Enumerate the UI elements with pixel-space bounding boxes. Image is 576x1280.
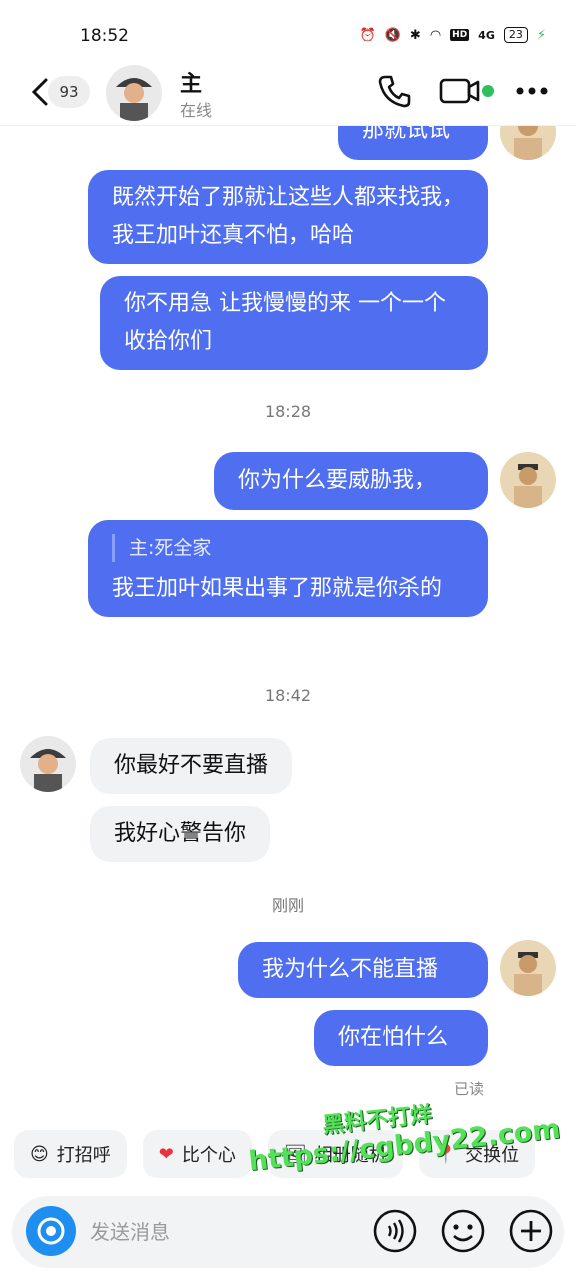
my-avatar[interactable]	[500, 452, 556, 508]
message-bubble-outgoing-reply[interactable]: 主:死全家 我王加叶如果出事了那就是你杀的	[88, 520, 488, 617]
unread-count-badge[interactable]: 93	[48, 76, 90, 108]
time-divider: 刚刚	[271, 896, 304, 915]
quick-action-greet[interactable]: 😊 打招呼	[14, 1130, 127, 1178]
heart-icon: ❤	[158, 1143, 174, 1165]
contact-name[interactable]: 主	[180, 66, 202, 98]
status-bar: 18:52 ⏰ 🔇 ✱ ◠ HD 4G 23 ⚡	[0, 0, 576, 60]
message-bubble-outgoing[interactable]: 我为什么不能直播	[238, 942, 488, 998]
emoji-button[interactable]	[438, 1206, 488, 1256]
quick-action-heart[interactable]: ❤ 比个心	[142, 1130, 252, 1178]
voice-message-button[interactable]	[370, 1206, 420, 1256]
status-time: 18:52	[80, 26, 129, 46]
wave-emoji-icon: 😊	[30, 1143, 49, 1165]
message-bubble-incoming[interactable]: 你最好不要直播	[90, 738, 293, 794]
bluetooth-icon: ✱	[409, 27, 421, 43]
online-indicator-dot	[482, 85, 494, 97]
voice-call-button[interactable]	[376, 72, 414, 110]
message-bubble-outgoing[interactable]: 你在怕什么	[314, 1010, 488, 1066]
message-input[interactable]: 发送消息	[90, 1216, 170, 1245]
contact-header-avatar[interactable]	[106, 65, 162, 121]
time-divider: 18:28	[264, 402, 312, 421]
contact-avatar[interactable]	[20, 736, 76, 792]
plus-icon	[509, 1209, 553, 1253]
more-dots-icon	[516, 87, 548, 95]
wifi-icon: ◠	[429, 27, 442, 43]
message-bubble-outgoing[interactable]: 你为什么要威胁我，	[214, 452, 488, 510]
status-icons: ⏰ 🔇 ✱ ◠ HD 4G 23 ⚡	[360, 27, 546, 43]
contact-online-status: 在线	[180, 101, 213, 120]
time-divider: 18:42	[264, 686, 312, 705]
emoji-face-icon	[441, 1209, 485, 1253]
quoted-message[interactable]: 主:死全家	[112, 534, 464, 562]
my-avatar[interactable]	[500, 940, 556, 996]
video-call-button[interactable]	[438, 74, 482, 108]
message-input-bar: 发送消息	[12, 1196, 564, 1268]
message-bubble-outgoing[interactable]: 既然开始了那就让这些人都来找我，我王加叶还真不怕，哈哈	[88, 170, 488, 264]
message-bubble-outgoing[interactable]: 你不用急 让我慢慢的来 一个一个收拾你们	[100, 276, 488, 370]
battery-indicator: 23	[503, 27, 528, 43]
more-options-button[interactable]	[514, 80, 550, 102]
charging-icon: ⚡	[536, 27, 546, 43]
camera-icon	[37, 1217, 65, 1245]
phone-icon	[378, 75, 411, 108]
alarm-icon: ⏰	[359, 27, 376, 43]
hd-badge: HD	[450, 29, 470, 41]
message-bubble-incoming[interactable]: 我好心警告你	[90, 806, 271, 862]
chat-header: 93 主 在线	[0, 60, 576, 126]
read-receipt: 已读	[453, 1080, 484, 1098]
camera-button[interactable]	[26, 1206, 76, 1256]
voice-wave-icon	[373, 1209, 417, 1253]
mute-icon: 🔇	[384, 27, 401, 43]
chat-area[interactable]: 那就试试 既然开始了那就让这些人都来找我，我王加叶还真不怕，哈哈 你不用急 让我…	[0, 60, 576, 1100]
more-attachments-button[interactable]	[506, 1206, 556, 1256]
network-label: 4G	[478, 28, 495, 42]
video-camera-icon	[439, 78, 480, 104]
